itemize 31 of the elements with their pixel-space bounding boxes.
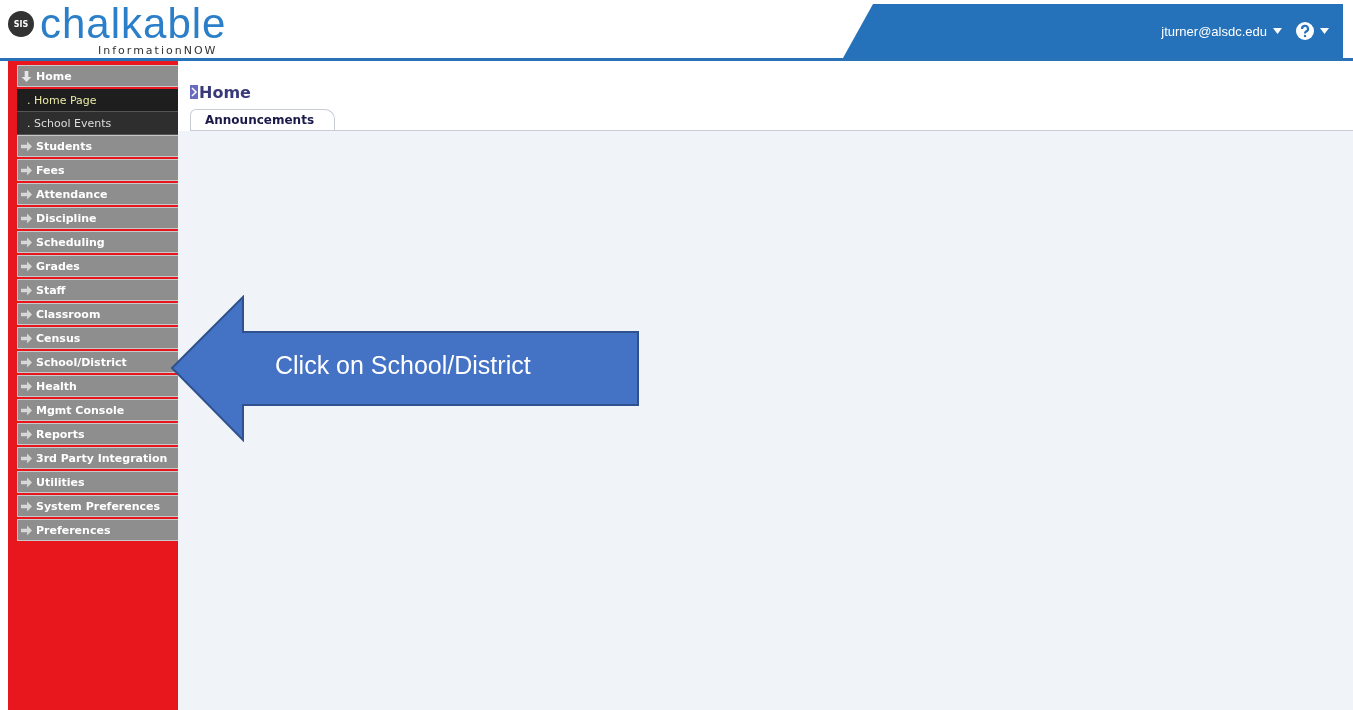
menu-item[interactable]: Utilities — [17, 471, 179, 493]
menu-item[interactable]: School/District — [17, 351, 179, 373]
logo-text: chalkable — [40, 4, 227, 44]
menu-item[interactable]: Home — [17, 65, 179, 87]
logo-badge: SIS — [8, 11, 34, 37]
help-icon[interactable] — [1296, 22, 1314, 40]
user-menu[interactable]: jturner@alsdc.edu — [1161, 23, 1282, 39]
menu-item[interactable]: Preferences — [17, 519, 179, 541]
menu-item[interactable]: Staff — [17, 279, 179, 301]
menu-item[interactable]: Classroom — [17, 303, 179, 325]
submenu-item[interactable]: . School Events — [17, 112, 179, 135]
menu-item[interactable]: Discipline — [17, 207, 179, 229]
menu-item[interactable]: Students — [17, 135, 179, 157]
menu-item[interactable]: Grades — [17, 255, 179, 277]
logo-subtext: InformationNOW — [98, 44, 219, 57]
menu-item[interactable]: 3rd Party Integration — [17, 447, 179, 469]
page-title: Home — [199, 82, 251, 102]
caret-icon[interactable] — [1320, 28, 1329, 34]
menu-item[interactable]: Mgmt Console — [17, 399, 179, 421]
menu-item[interactable]: System Preferences — [17, 495, 179, 517]
menu-item[interactable]: Census — [17, 327, 179, 349]
menu-item[interactable]: Attendance — [17, 183, 179, 205]
menu-item[interactable]: Reports — [17, 423, 179, 445]
menu-item[interactable]: Scheduling — [17, 231, 179, 253]
submenu-item[interactable]: . Home Page — [17, 89, 179, 112]
menu-item[interactable]: Fees — [17, 159, 179, 181]
title-marker-icon — [190, 85, 198, 99]
tab[interactable]: Announcements — [190, 109, 336, 130]
callout-text: Click on School/District — [275, 351, 531, 380]
caret-icon[interactable] — [1273, 28, 1282, 34]
menu-item[interactable]: Health — [17, 375, 179, 397]
